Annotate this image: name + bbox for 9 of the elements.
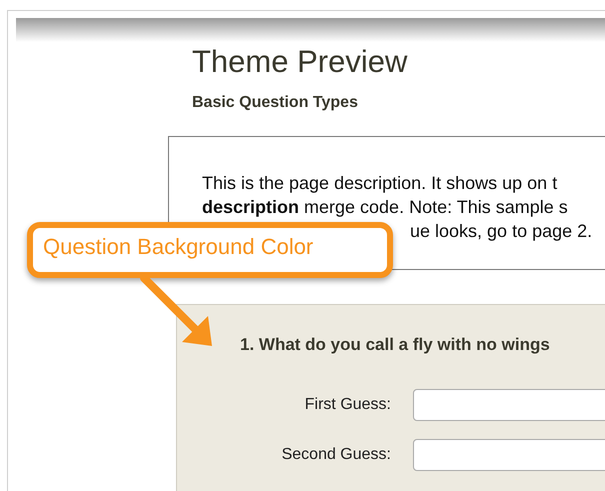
description-text: This is the page description. It shows up on t: [202, 173, 558, 193]
callout-label: Question Background Color: [27, 222, 393, 278]
description-text: description merge code. Note: This sample s: [202, 197, 568, 217]
field-label: First Guess:: [304, 396, 392, 414]
field-label: Second Guess:: [280, 446, 392, 464]
page-subtitle: Basic Question Types: [192, 94, 359, 112]
question-text: 1. What do you call a fly with no wings: [240, 335, 551, 355]
description-text: ue looks, go to page 2.: [410, 221, 592, 241]
page-title: Theme Preview: [192, 44, 408, 80]
